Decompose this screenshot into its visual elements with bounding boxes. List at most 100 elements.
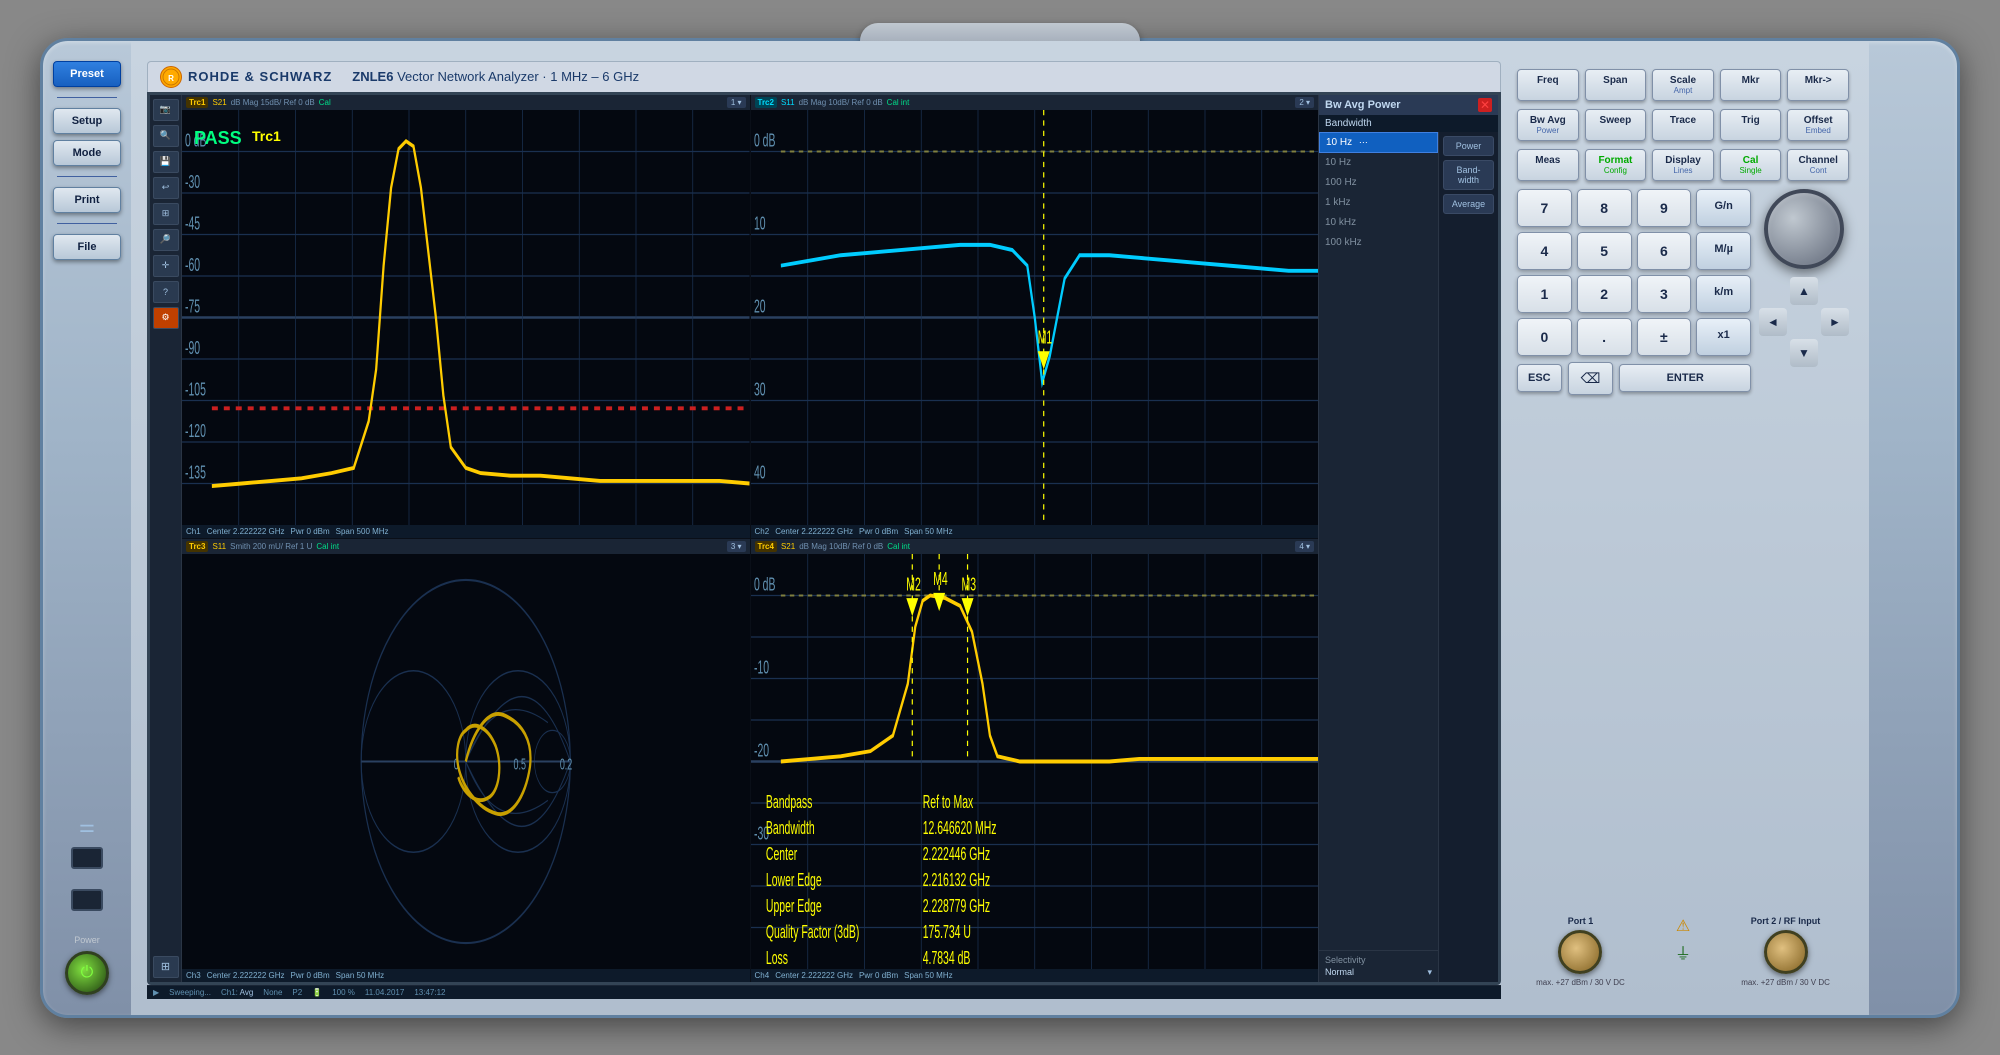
key-8[interactable]: 8	[1577, 189, 1632, 227]
file-button[interactable]: File	[53, 234, 121, 260]
esc-row: ESC ⌫ ENTER	[1517, 362, 1751, 395]
power-button[interactable]: ⏻	[65, 951, 109, 995]
zoom-in-icon[interactable]: 🔍	[153, 125, 179, 147]
span-button[interactable]: Span	[1585, 69, 1647, 101]
port2-connector[interactable]	[1764, 930, 1808, 974]
key-km[interactable]: k/m	[1696, 275, 1751, 313]
chart-body-4[interactable]: 0 dB -10 -20 -30	[751, 554, 1319, 969]
key-gn[interactable]: G/n	[1696, 189, 1751, 227]
sweep-button[interactable]: Sweep	[1585, 109, 1647, 141]
zoom-icon[interactable]: 🔎	[153, 229, 179, 251]
windows-icon[interactable]: ⊞	[153, 956, 179, 978]
ch-num-2: 2 ▾	[1295, 97, 1314, 108]
svg-text:40: 40	[753, 463, 765, 483]
key-pm[interactable]: ±	[1637, 318, 1692, 356]
rotary-knob[interactable]	[1764, 189, 1844, 269]
key-dot[interactable]: .	[1577, 318, 1632, 356]
power-icon: ⏻	[81, 964, 94, 982]
ch-bottom-bar-2: Ch2 Center 2.222222 GHz Pwr 0 dBm Span 5…	[751, 525, 1319, 538]
nav-right-button[interactable]: ►	[1821, 308, 1849, 336]
nav-down-button[interactable]: ▼	[1790, 339, 1818, 367]
selectivity-section: Selectivity Normal ▾	[1319, 950, 1438, 982]
preset-button[interactable]: Preset	[53, 61, 121, 87]
port1-connector[interactable]	[1558, 930, 1602, 974]
cal-4: Cal int	[887, 542, 910, 551]
date-display: 11.04.2017	[365, 988, 404, 997]
bw-item-100khz[interactable]: 100 kHz	[1319, 233, 1438, 253]
chart-body-2[interactable]: M1 2.223222 GHz -39.6736 dB	[751, 110, 1319, 525]
svg-text:-10: -10	[753, 658, 768, 678]
key-9[interactable]: 9	[1637, 189, 1692, 227]
bandwidth-btn[interactable]: Band-width	[1443, 160, 1494, 190]
nav-up-button[interactable]: ▲	[1790, 277, 1818, 305]
key-2[interactable]: 2	[1577, 275, 1632, 313]
main-screen: 📷 🔍 💾 ↩ ⊞ 🔎 ✛ ? ⚙ ⊞	[147, 92, 1501, 985]
nav-left-button[interactable]: ◄	[1759, 308, 1787, 336]
mkr-button[interactable]: Mkr	[1720, 69, 1782, 101]
key-x1[interactable]: x1	[1696, 318, 1751, 356]
usb-port-2[interactable]	[71, 889, 103, 911]
brand-logo: R ROHDE & SCHWARZ	[160, 66, 332, 88]
backspace-button[interactable]: ⌫	[1568, 362, 1614, 395]
bw-item-10hz-active[interactable]: 10 Hz ⋯	[1319, 132, 1438, 153]
freq-button[interactable]: Freq	[1517, 69, 1579, 101]
time-display: 13:47:12	[414, 988, 445, 997]
format-config-button[interactable]: FormatConfig	[1585, 149, 1647, 181]
channel-cont-button[interactable]: ChannelCont	[1787, 149, 1849, 181]
svg-text:Bandwidth: Bandwidth	[765, 819, 814, 839]
center-body: R ROHDE & SCHWARZ ZNLE6 Vector Network A…	[131, 41, 1869, 1015]
cursor-icon[interactable]: ✛	[153, 255, 179, 277]
svg-text:M3: M3	[961, 575, 976, 595]
settings-icon[interactable]: ⚙	[153, 307, 179, 329]
svg-text:-20: -20	[753, 741, 768, 761]
nav-empty-bl	[1759, 339, 1787, 367]
trace-button[interactable]: Trace	[1652, 109, 1714, 141]
enter-button[interactable]: ENTER	[1619, 364, 1751, 392]
offset-embed-button[interactable]: OffsetEmbed	[1787, 109, 1849, 141]
bw-close-button[interactable]: ✕	[1478, 98, 1492, 112]
key-1[interactable]: 1	[1517, 275, 1572, 313]
average-btn[interactable]: Average	[1443, 194, 1494, 214]
svg-text:Upper Edge: Upper Edge	[765, 897, 821, 917]
power-btn[interactable]: Power	[1443, 136, 1494, 156]
grid-icon[interactable]: ⊞	[153, 203, 179, 225]
key-6[interactable]: 6	[1637, 232, 1692, 270]
display-lines-button[interactable]: DisplayLines	[1652, 149, 1714, 181]
bw-item-10khz[interactable]: 10 kHz	[1319, 213, 1438, 233]
chart-header-2: Trc2 S11 dB Mag 10dB/ Ref 0 dB Cal int 2…	[751, 95, 1319, 110]
port1-sub: max. +27 dBm / 30 V DC	[1536, 978, 1625, 987]
mode-button[interactable]: Mode	[53, 140, 121, 166]
key-mu[interactable]: M/µ	[1696, 232, 1751, 270]
format-4: dB Mag 10dB/ Ref 0 dB	[799, 542, 883, 551]
bw-item-10hz[interactable]: 10 Hz	[1319, 153, 1438, 173]
chart-body-1[interactable]: PASS Trc1	[182, 110, 750, 525]
key-5[interactable]: 5	[1577, 232, 1632, 270]
bw-item-1khz[interactable]: 1 kHz	[1319, 193, 1438, 213]
chart-body-3[interactable]: 0.2 0.5 0	[182, 554, 750, 969]
key-7[interactable]: 7	[1517, 189, 1572, 227]
selectivity-dropdown[interactable]: ▾	[1427, 967, 1432, 978]
mkr-arrow-button[interactable]: Mkr->	[1787, 69, 1849, 101]
esc-button[interactable]: ESC	[1517, 364, 1562, 392]
save-icon[interactable]: 💾	[153, 151, 179, 173]
key-4[interactable]: 4	[1517, 232, 1572, 270]
camera-icon[interactable]: 📷	[153, 99, 179, 121]
cal-single-button[interactable]: CalSingle	[1720, 149, 1782, 181]
cal-1: Cal	[319, 98, 331, 107]
usb-port-1[interactable]	[71, 847, 103, 869]
setup-button[interactable]: Setup	[53, 108, 121, 134]
scale-ampt-button[interactable]: ScaleAmpt	[1652, 69, 1714, 101]
help-icon[interactable]: ?	[153, 281, 179, 303]
ch-bottom-bar-4: Ch4 Center 2.222222 GHz Pwr 0 dBm Span 5…	[751, 969, 1319, 982]
back-icon[interactable]: ↩	[153, 177, 179, 199]
bw-avg-power-button[interactable]: Bw AvgPower	[1517, 109, 1579, 141]
svg-text:2.216132 GHz: 2.216132 GHz	[922, 871, 989, 891]
key-0[interactable]: 0	[1517, 318, 1572, 356]
meas-button[interactable]: Meas	[1517, 149, 1579, 181]
print-button[interactable]: Print	[53, 187, 121, 213]
bw-item-100hz[interactable]: 100 Hz	[1319, 173, 1438, 193]
bw-header: Bw Avg Power ✕	[1319, 95, 1498, 115]
trig-button[interactable]: Trig	[1720, 109, 1782, 141]
key-3[interactable]: 3	[1637, 275, 1692, 313]
warning-icon: ⚠	[1676, 916, 1690, 936]
